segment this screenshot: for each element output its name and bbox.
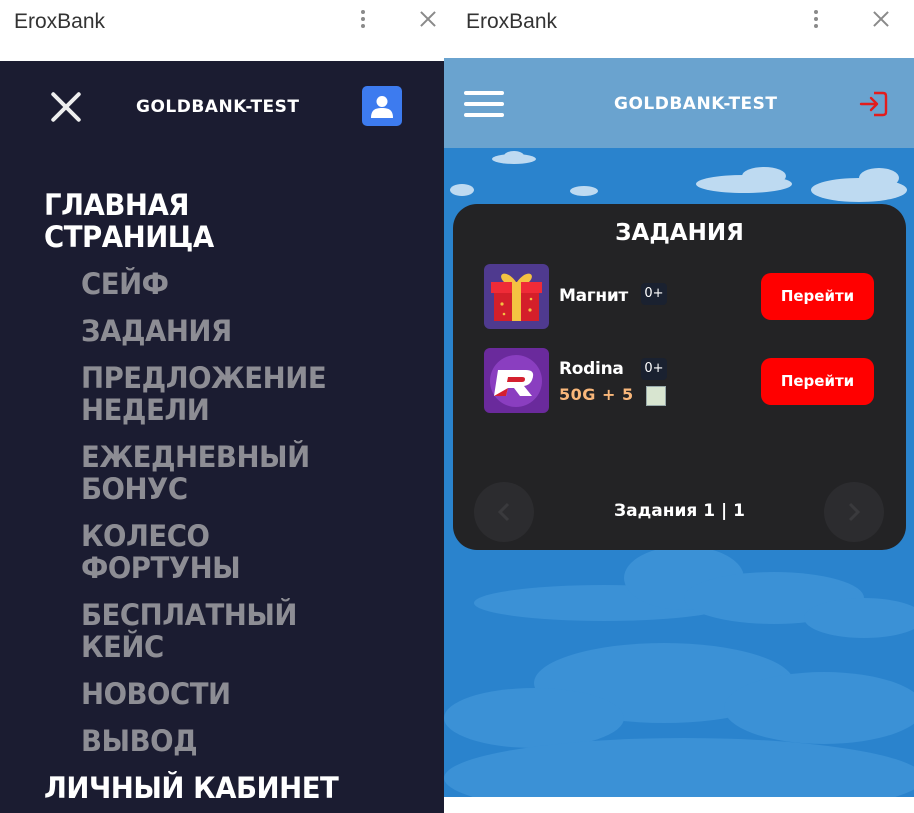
left-window-titlebar: EroxBank — [0, 0, 444, 44]
main-menu: ГЛАВНАЯ СТРАНИЦА СЕЙФ ЗАДАНИЯ ПРЕДЛОЖЕНИ… — [44, 189, 434, 804]
side-menu: GOLDBANK-TEST ГЛАВНАЯ СТРАНИЦА СЕЙФ ЗАДА… — [0, 61, 444, 813]
broken-image-icon — [646, 386, 666, 406]
menu-item-account[interactable]: ЛИЧНЫЙ КАБИНЕТ — [44, 772, 415, 804]
brand-title: GOLDBANK-TEST — [136, 97, 300, 117]
app-screen: GOLDBANK-TEST ЗАДАНИЯ Магнит 0+ Перейти … — [444, 58, 914, 797]
top-bar: GOLDBANK-TEST — [444, 58, 914, 148]
menu-item-tasks[interactable]: ЗАДАНИЯ — [81, 315, 416, 347]
brand-title: GOLDBANK-TEST — [614, 94, 778, 114]
close-window-icon[interactable] — [871, 9, 891, 29]
close-window-icon[interactable] — [418, 9, 438, 29]
go-button[interactable]: Перейти — [761, 358, 874, 405]
age-rating-badge: 0+ — [641, 358, 667, 380]
hamburger-menu-icon[interactable] — [464, 91, 504, 117]
tasks-card: ЗАДАНИЯ Магнит 0+ Перейти Rodina 0+ 50G … — [453, 204, 906, 550]
next-page-button[interactable] — [824, 482, 884, 542]
profile-button[interactable] — [362, 86, 402, 126]
close-menu-icon[interactable] — [50, 91, 82, 123]
menu-item-news[interactable]: НОВОСТИ — [81, 678, 416, 710]
menu-item-daily-bonus[interactable]: ЕЖЕДНЕВНЫЙ БОНУС — [81, 441, 328, 505]
user-icon — [371, 96, 393, 118]
more-options-icon[interactable] — [360, 10, 366, 32]
task-name: Rodina — [559, 359, 624, 379]
window-title: EroxBank — [14, 10, 106, 33]
task-reward: 50G + 5 — [559, 385, 634, 404]
chevron-right-icon — [848, 502, 861, 522]
right-window-titlebar: EroxBank — [453, 0, 914, 44]
menu-item-offer-of-week[interactable]: ПРЕДЛОЖЕНИЕ НЕДЕЛИ — [81, 362, 338, 426]
gift-icon — [484, 264, 549, 329]
menu-item-withdraw[interactable]: ВЫВОД — [81, 725, 416, 757]
age-rating-badge: 0+ — [641, 283, 667, 305]
task-name: Магнит — [559, 286, 628, 306]
task-item: Rodina 0+ 50G + 5 Перейти — [484, 348, 876, 414]
more-options-icon[interactable] — [813, 10, 819, 32]
menu-item-wheel-of-fortune[interactable]: КОЛЕСО ФОРТУНЫ — [81, 520, 271, 584]
window-title: EroxBank — [466, 10, 558, 33]
menu-item-home[interactable]: ГЛАВНАЯ СТРАНИЦА — [44, 189, 234, 253]
go-button[interactable]: Перейти — [761, 273, 874, 320]
rodina-logo-icon — [484, 348, 549, 413]
menu-item-safe[interactable]: СЕЙФ — [81, 268, 416, 300]
menu-item-free-case[interactable]: БЕСПЛАТНЫЙ КЕЙС — [81, 599, 319, 663]
submenu: СЕЙФ ЗАДАНИЯ ПРЕДЛОЖЕНИЕ НЕДЕЛИ ЕЖЕДНЕВН… — [81, 268, 434, 757]
tasks-heading: ЗАДАНИЯ — [615, 220, 744, 246]
logout-icon[interactable] — [858, 89, 888, 119]
task-item: Магнит 0+ Перейти — [484, 264, 876, 330]
